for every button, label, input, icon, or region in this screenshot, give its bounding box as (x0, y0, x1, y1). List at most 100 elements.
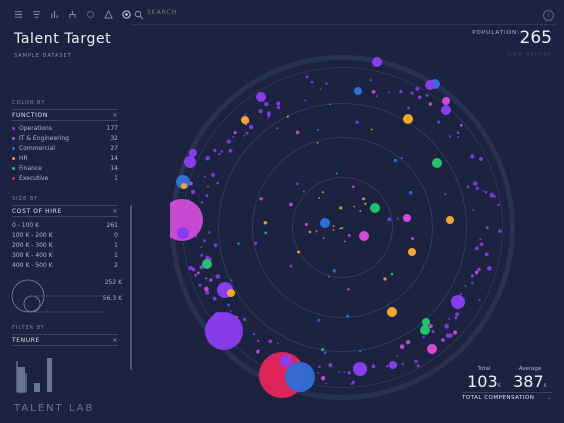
employee-bubble[interactable] (177, 227, 189, 239)
employee-bubble[interactable] (347, 234, 351, 237)
employee-bubble[interactable] (343, 240, 346, 243)
circle-icon[interactable] (86, 10, 95, 19)
employee-bubble[interactable] (471, 281, 474, 285)
employee-bubble[interactable] (256, 92, 266, 102)
employee-bubble[interactable] (325, 82, 328, 85)
employee-bubble[interactable] (387, 217, 392, 222)
clear-icon[interactable]: ✕ (112, 112, 118, 119)
search-input[interactable] (147, 9, 527, 16)
employee-bubble[interactable] (441, 338, 445, 342)
employee-bubble[interactable] (317, 318, 321, 322)
employee-bubble[interactable] (484, 190, 488, 194)
employee-bubble[interactable] (266, 111, 271, 116)
employee-bubble[interactable] (370, 203, 380, 213)
employee-bubble[interactable] (203, 175, 206, 178)
color-legend-item[interactable]: Executive 1 (12, 173, 118, 183)
employee-bubble[interactable] (200, 246, 202, 248)
employee-bubble[interactable] (242, 317, 247, 322)
employee-bubble[interactable] (475, 270, 478, 274)
employee-bubble[interactable] (401, 362, 404, 366)
employee-bubble[interactable] (466, 185, 470, 189)
employee-bubble[interactable] (230, 310, 232, 312)
employee-bubble[interactable] (280, 355, 292, 367)
view-report-link[interactable]: VIEW REPORT (507, 52, 552, 58)
employee-bubble[interactable] (415, 86, 420, 91)
employee-bubble[interactable] (213, 148, 217, 152)
employee-bubble[interactable] (354, 87, 362, 95)
filter-lines-icon[interactable] (32, 10, 41, 19)
employee-bubble[interactable] (445, 333, 450, 338)
employee-bubble[interactable] (243, 134, 246, 137)
employee-bubble[interactable] (319, 88, 322, 90)
employee-bubble[interactable] (422, 318, 430, 326)
employee-bubble[interactable] (254, 241, 258, 245)
employee-bubble[interactable] (362, 197, 365, 201)
employee-bubble[interactable] (425, 80, 435, 90)
employee-bubble[interactable] (383, 277, 387, 281)
employee-bubble[interactable] (484, 252, 489, 257)
panel-scrollbar[interactable] (130, 205, 132, 370)
employee-bubble[interactable] (371, 364, 376, 369)
employee-bubble[interactable] (416, 364, 420, 368)
employee-bubble[interactable] (414, 359, 418, 364)
employee-bubble[interactable] (448, 317, 451, 320)
employee-bubble[interactable] (321, 348, 325, 352)
clear-icon[interactable]: ✕ (112, 208, 118, 215)
employee-bubble[interactable] (190, 189, 196, 195)
employee-bubble[interactable] (295, 182, 299, 186)
employee-bubble[interactable] (485, 226, 489, 230)
employee-bubble[interactable] (297, 250, 300, 254)
employee-bubble[interactable] (341, 227, 344, 230)
employee-bubble[interactable] (332, 228, 335, 231)
employee-bubble[interactable] (315, 230, 318, 233)
employee-bubble[interactable] (276, 127, 279, 130)
color-legend-item[interactable]: IT & Engineering 32 (12, 134, 118, 144)
employee-bubble[interactable] (189, 149, 197, 157)
employee-bubble[interactable] (472, 209, 475, 212)
employee-bubble[interactable] (277, 342, 279, 345)
size-legend-item[interactable]: 0 - 100 K 261 (12, 221, 118, 231)
employee-bubble[interactable] (474, 246, 479, 251)
employee-bubble[interactable] (196, 271, 200, 275)
employee-bubble[interactable] (304, 99, 307, 102)
employee-bubble[interactable] (244, 113, 247, 116)
employee-bubble[interactable] (358, 350, 362, 353)
info-icon[interactable]: i (543, 10, 554, 21)
employee-bubble[interactable] (478, 157, 483, 161)
employee-bubble[interactable] (339, 227, 341, 230)
employee-bubble[interactable] (353, 362, 367, 376)
employee-bubble[interactable] (456, 131, 460, 135)
employee-bubble[interactable] (359, 210, 362, 212)
clear-icon[interactable]: ✕ (112, 337, 118, 344)
employee-bubble[interactable] (432, 158, 442, 168)
employee-bubble[interactable] (205, 312, 243, 350)
employee-bubble[interactable] (325, 382, 327, 385)
employee-bubble[interactable] (317, 371, 320, 374)
tenure-histogram[interactable] (14, 355, 56, 395)
employee-bubble[interactable] (441, 105, 451, 115)
employee-bubble[interactable] (422, 335, 425, 339)
employee-bubble[interactable] (194, 273, 198, 277)
employee-bubble[interactable] (437, 120, 441, 124)
employee-bubble[interactable] (207, 231, 211, 234)
employee-bubble[interactable] (318, 197, 321, 199)
employee-bubble[interactable] (428, 324, 433, 329)
employee-bubble[interactable] (259, 196, 263, 201)
employee-bubble[interactable] (464, 284, 467, 287)
employee-bubble[interactable] (215, 274, 221, 279)
employee-bubble[interactable] (321, 191, 324, 194)
filter-by-select[interactable]: TENURE ✕ (12, 334, 118, 346)
employee-bubble[interactable] (329, 103, 331, 106)
employee-bubble[interactable] (420, 325, 430, 335)
employee-bubble[interactable] (470, 154, 475, 159)
employee-bubble[interactable] (427, 344, 437, 354)
employee-bubble[interactable] (264, 231, 268, 235)
employee-bubble[interactable] (213, 312, 223, 322)
employee-bubble[interactable] (233, 131, 237, 135)
employee-bubble[interactable] (359, 231, 369, 241)
employee-bubble[interactable] (209, 278, 213, 282)
employee-bubble[interactable] (346, 314, 350, 318)
employee-bubble[interactable] (320, 376, 326, 381)
employee-bubble[interactable] (451, 295, 465, 309)
employee-bubble[interactable] (428, 102, 433, 106)
